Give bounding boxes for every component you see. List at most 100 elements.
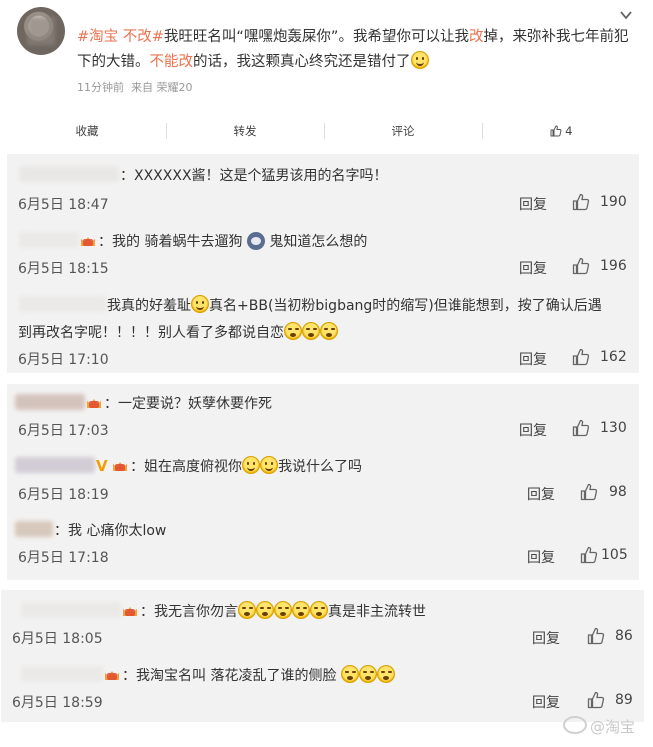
crying-emoji-icon: [310, 601, 328, 619]
thumbs-up-icon[interactable]: [572, 348, 590, 366]
comment-text-b: 真是非主流转世: [328, 604, 426, 620]
post-source[interactable]: 来自 荣耀20: [131, 81, 193, 94]
comment-text-a: ：我淘宝名叫 落花凌乱了谁的侧脸: [122, 668, 337, 684]
crying-emoji-icon: [274, 601, 292, 619]
comment-text-a: ：姐在高度俯视你: [130, 459, 243, 475]
reply-button[interactable]: 回复: [527, 484, 555, 504]
comment-date: 6月5日 18:59: [12, 695, 103, 711]
blurred-username: [21, 666, 103, 682]
like-count: 86: [615, 628, 633, 644]
comment-date: 6月5日 18:15: [18, 261, 109, 277]
reply-button[interactable]: 回复: [519, 420, 547, 440]
like-count: 130: [600, 420, 627, 436]
reply-button[interactable]: 回复: [532, 628, 560, 648]
blurred-username: [15, 457, 95, 473]
thumbs-up-icon[interactable]: [572, 193, 590, 211]
like-count: 190: [600, 194, 627, 210]
crying-emoji-icon: [256, 601, 274, 619]
comment-group: ：一定要说？妖孽休要作死 6月5日 17:03 回复 130 V ：姐在高度俯视…: [7, 384, 639, 580]
crown-badge-icon: [112, 458, 128, 473]
comment-text: ：我的 骑着蜗牛去遛狗 鬼知道怎么想的: [80, 231, 367, 251]
crown-badge-icon: [80, 233, 96, 248]
crown-badge-icon: [104, 667, 120, 682]
thumbs-up-icon[interactable]: [580, 546, 598, 564]
post-text-c: 的话，我这颗真心终究还是错付了: [193, 54, 411, 70]
comment-label: 评论: [391, 124, 415, 138]
comment-text-line2: 到再改名字呢！！！！别人看了多都说自恋: [18, 322, 338, 342]
like-count: 162: [600, 349, 627, 365]
comment-date: 6月5日 18:19: [18, 487, 109, 503]
highlight-word: 改: [468, 29, 484, 45]
reply-button[interactable]: 回复: [519, 349, 547, 369]
hashtag[interactable]: #淘宝: [77, 29, 118, 45]
comment-text: ：我无言你勿言 真是非主流转世: [122, 601, 426, 621]
comment-date: 6月5日 17:03: [18, 423, 109, 439]
watermark-text: @淘宝: [590, 718, 636, 736]
crying-emoji-icon: [302, 322, 320, 340]
blurred-username: [15, 521, 53, 537]
post-text: #淘宝 不改#我旺旺名叫“嘿嘿炮轰屎你”。我希望你可以让我改掉，来弥补我七年前犯…: [77, 25, 632, 75]
verified-v-icon: V: [96, 457, 108, 475]
crying-emoji-icon: [292, 601, 310, 619]
weibo-logo-icon: [563, 716, 587, 734]
thumbs-up-icon[interactable]: [572, 419, 590, 437]
thumbs-up-icon: [550, 125, 561, 137]
crying-emoji-icon: [284, 322, 302, 340]
comment-text: V ：姐在高度俯视你 我说什么了吗: [96, 456, 362, 476]
repost-label: 转发: [233, 124, 257, 138]
hashtag-part[interactable]: 不改: [123, 29, 152, 45]
crying-emoji-icon: [238, 601, 256, 619]
like-count: 98: [609, 484, 627, 500]
crying-emoji-icon: [320, 322, 338, 340]
smile-emoji-icon: [260, 456, 279, 474]
crying-emoji-icon: [376, 665, 395, 683]
post-actions: 收藏 转发 评论 4: [8, 118, 640, 144]
comment-text-b: 我说什么了吗: [278, 459, 363, 475]
thumbs-up-icon[interactable]: [580, 483, 598, 501]
comment-date: 6月5日 18:05: [12, 631, 103, 647]
blurred-username: [15, 394, 85, 410]
post-time: 11分钟前: [77, 81, 124, 94]
comment-line1-b: 真名+BB(当初粉bigbang时的缩写)但谁能想到，按了确认后遇: [209, 298, 602, 314]
like-count: 4: [565, 124, 573, 138]
watermark: @淘宝: [563, 716, 635, 737]
like-button[interactable]: 4: [482, 118, 640, 144]
crying-emoji-icon: [340, 665, 359, 683]
comment-line2: 到再改名字呢！！！！别人看了多都说自恋: [18, 325, 284, 341]
comment-date: 6月5日 17:18: [18, 550, 109, 566]
smile-emoji-icon: [242, 456, 261, 474]
thumbs-up-icon[interactable]: [587, 691, 605, 709]
hashtag-end[interactable]: #: [152, 29, 164, 45]
blurred-username: [19, 296, 107, 312]
comment-button[interactable]: 评论: [324, 118, 482, 144]
dog-emoji-icon: [246, 232, 265, 250]
blurred-username: [19, 232, 79, 248]
reply-button[interactable]: 回复: [527, 547, 555, 567]
like-count: 105: [601, 547, 628, 563]
comment-text: ：我淘宝名叫 落花凌乱了谁的侧脸: [104, 665, 395, 685]
repost-button[interactable]: 转发: [166, 118, 324, 144]
post-text-a: 我旺旺名叫“嘿嘿炮轰屎你”。我希望你可以让我: [163, 29, 469, 45]
comment-group: ：我无言你勿言 真是非主流转世 6月5日 18:05 回复 86 ：我淘宝名叫 落…: [1, 590, 644, 722]
comment-text-a: ：我无言你勿言: [140, 604, 238, 620]
collect-label: 收藏: [75, 124, 99, 138]
thumbs-up-icon[interactable]: [572, 257, 590, 275]
comment-line1-a: 我真的好羞耻: [107, 298, 191, 314]
blurred-username: [19, 166, 119, 182]
crown-badge-icon: [86, 395, 102, 410]
thumbs-up-icon[interactable]: [587, 627, 605, 645]
chevron-down-icon[interactable]: [619, 8, 633, 22]
comment-text: ：一定要说？妖孽休要作死: [86, 393, 272, 413]
comment-text: 我真的好羞耻 真名+BB(当初粉bigbang时的缩写)但谁能想到，按了确认后遇: [107, 295, 602, 315]
comment-date: 6月5日 18:47: [18, 197, 109, 213]
like-count: 196: [600, 258, 627, 274]
comment-date: 6月5日 17:10: [18, 352, 109, 368]
reply-button[interactable]: 回复: [519, 194, 547, 214]
collect-button[interactable]: 收藏: [8, 118, 166, 144]
weibo-post: #淘宝 不改#我旺旺名叫“嘿嘿炮轰屎你”。我希望你可以让我改掉，来弥补我七年前犯…: [0, 0, 653, 112]
avatar[interactable]: [17, 7, 65, 55]
like-count: 89: [615, 692, 633, 708]
reply-button[interactable]: 回复: [519, 258, 547, 278]
reply-button[interactable]: 回复: [532, 692, 560, 712]
crying-emoji-icon: [358, 665, 377, 683]
